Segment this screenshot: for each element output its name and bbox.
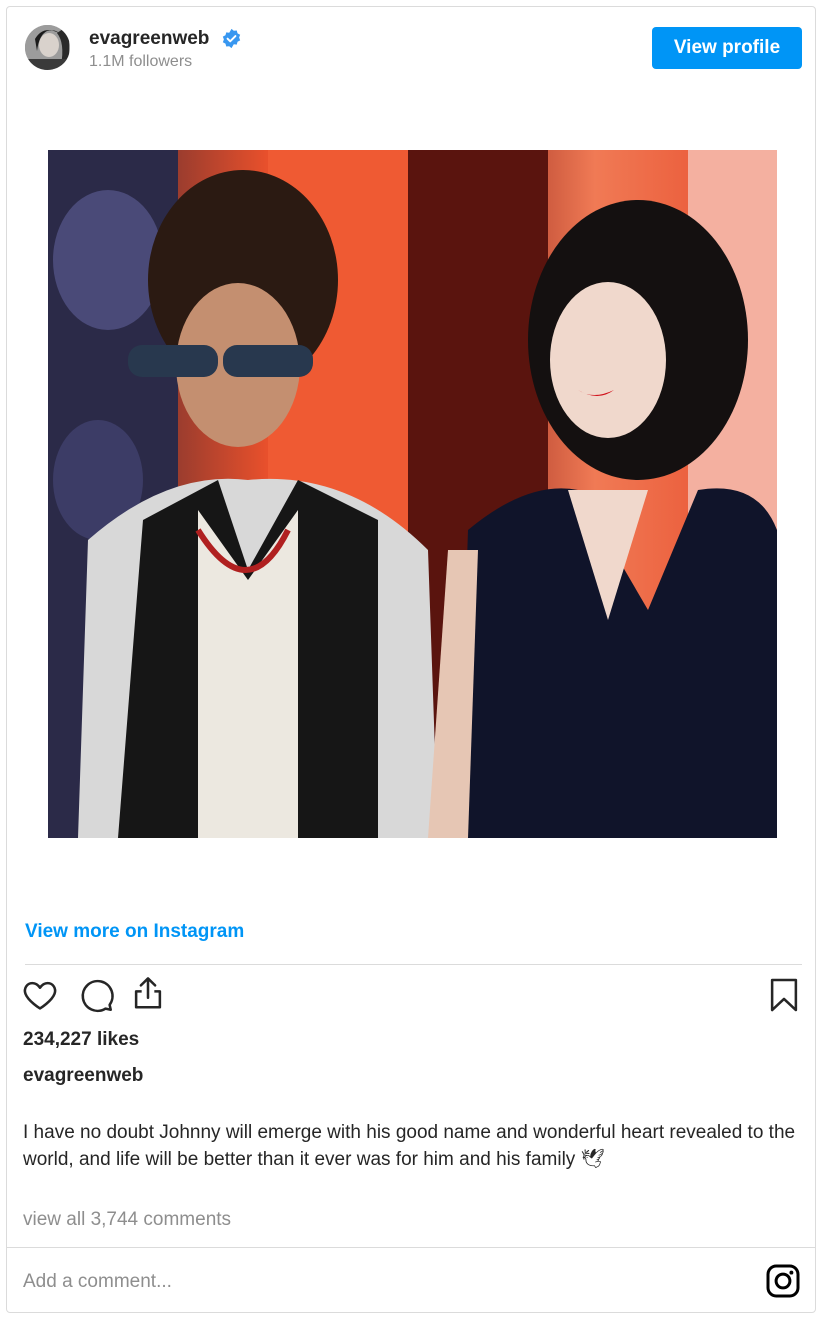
post-photo-image [48,150,777,838]
follower-count: 1.1M followers [89,53,193,70]
divider [25,964,802,965]
avatar[interactable] [25,25,70,70]
caption-username[interactable]: evagreenweb [23,1065,143,1087]
instagram-embed-card: evagreenweb 1.1M followers View profile [6,6,816,1313]
bookmark-icon[interactable] [765,976,803,1014]
view-profile-button[interactable]: View profile [652,27,802,69]
avatar-image [25,25,70,70]
like-count[interactable]: 234,227 likes [23,1029,139,1051]
view-comments-link[interactable]: view all 3,744 comments [23,1209,231,1231]
comment-icon[interactable] [77,976,115,1014]
verified-badge-icon [222,28,241,49]
instagram-logo-icon[interactable] [765,1263,801,1299]
post-photo[interactable] [48,150,777,838]
heart-icon[interactable] [21,976,59,1014]
comment-input[interactable] [23,1269,723,1295]
view-more-on-instagram-link[interactable]: View more on Instagram [25,921,244,943]
caption-text: I have no doubt Johnny will emerge with … [23,1122,796,1170]
username[interactable]: evagreenweb [89,28,209,50]
divider [7,1247,815,1248]
share-icon[interactable] [129,974,167,1012]
